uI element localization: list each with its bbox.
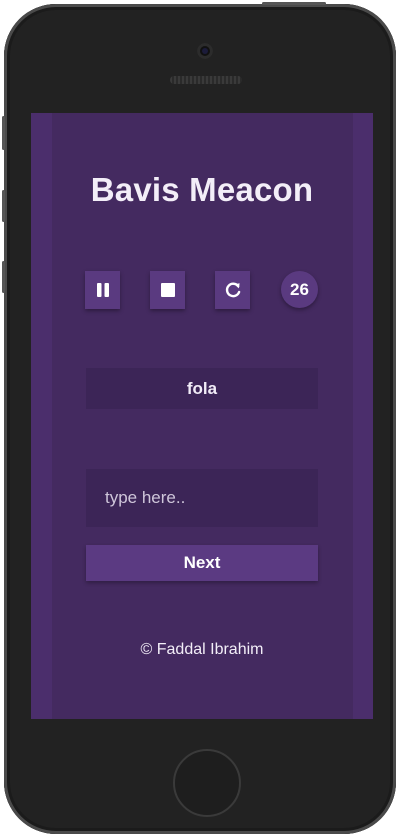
home-button[interactable] (173, 749, 241, 817)
volume-down-button (2, 261, 5, 293)
mute-switch (2, 116, 5, 150)
answer-input[interactable] (86, 469, 318, 527)
camera-icon (197, 43, 213, 59)
footer-credit: © Faddal Ibrahim (140, 641, 264, 658)
power-button (262, 2, 326, 5)
counter-badge: 26 (281, 271, 318, 308)
app-title: Bavis Meacon (90, 171, 314, 208)
volume-up-button (2, 190, 5, 222)
pause-icon (96, 283, 109, 297)
restart-button[interactable] (215, 271, 250, 309)
refresh-icon (225, 282, 240, 298)
stop-button[interactable] (150, 271, 185, 309)
next-button[interactable]: Next (86, 545, 318, 581)
word-display: fola (86, 368, 318, 409)
pause-button[interactable] (85, 271, 120, 309)
stop-icon (160, 283, 175, 297)
speaker-grille (170, 76, 242, 84)
app-screen: Bavis Meacon 26 fola Next © Faddal Ibrah… (31, 113, 373, 719)
